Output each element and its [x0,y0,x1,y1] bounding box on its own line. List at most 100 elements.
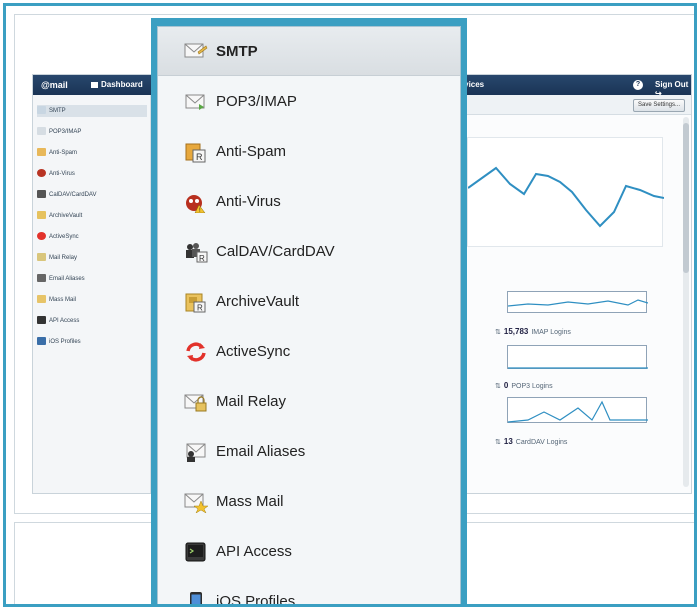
menu-item-archivevault[interactable]: R ArchiveVault [158,277,460,326]
bg-sidebar-item-caldav[interactable]: CalDAV/CardDAV [37,189,96,201]
menu-item-pop3-imap[interactable]: POP3/IMAP [158,77,460,126]
archive-vault-icon: R [184,291,208,313]
bg-sidebar-label: Email Aliases [49,276,85,282]
carddav-mini-chart [507,397,648,423]
contacts-icon: R [184,241,208,263]
menu-label-ios-profiles: iOS Profiles [216,593,296,607]
menu-label-smtp: SMTP [216,42,258,60]
dashboard-tab[interactable]: Dashboard [91,80,143,89]
menu-item-ios-profiles[interactable]: iOS Profiles [158,577,460,607]
enlarged-services-menu: SMTP POP3/IMAP R Anti-Spam ! Anti-Virus … [151,18,467,607]
bg-ios-icon [37,337,46,346]
save-settings-button[interactable]: Save Settings... [633,99,685,112]
bg-sidebar-label: iOS Profiles [49,339,81,345]
carddav-stat: ⇅ 13 CardDAV Logins [495,437,568,446]
mail-relay-icon [184,391,208,413]
bg-sidebar-item-antivirus[interactable]: Anti-Virus [37,168,75,180]
menu-item-mass-mail[interactable]: Mass Mail [158,477,460,526]
svg-text:R: R [199,254,205,263]
smtp-envelope-icon [184,40,208,62]
bg-sidebar-label: ActiveSync [49,234,79,240]
menu-label-anti-virus: Anti-Virus [216,193,281,210]
mass-mail-icon [184,491,209,514]
pop3-sparkline [508,367,648,369]
pop3-mini-chart [507,345,648,369]
line-chart-svg [467,166,665,228]
bg-sidebar-item-relay[interactable]: Mail Relay [37,252,77,264]
bg-sidebar-label: Anti-Virus [49,171,75,177]
background-sidebar: SMTP POP3/IMAP Anti-Spam Anti-Virus CalD… [33,95,151,493]
menu-label-pop3-imap: POP3/IMAP [216,93,297,110]
bg-archive-icon [37,211,46,220]
menu-label-api-access: API Access [216,543,292,560]
brand-logo[interactable]: @mail [41,80,68,90]
bg-sidebar-item-activesync[interactable]: ActiveSync [37,231,79,243]
bg-sidebar-label: POP3/IMAP [49,129,82,135]
bg-sidebar-item-antispam[interactable]: Anti-Spam [37,147,77,159]
pop3-label: POP3 Logins [511,383,553,390]
menu-label-anti-spam: Anti-Spam [216,143,287,160]
bg-sidebar-item-aliases[interactable]: Email Aliases [37,273,85,285]
menu-item-email-aliases[interactable]: Email Aliases [158,427,460,476]
screenshot-frame: @mail Dashboard rvices ? Sign Out ↪ Save… [3,3,697,607]
bg-sidebar-label: CalDAV/CardDAV [49,192,97,198]
bg-activesync-icon [37,232,46,241]
bg-sidebar-label: Mass Mail [49,297,77,303]
bg-smtp-icon [37,106,46,115]
bg-sidebar-item-ios[interactable]: iOS Profiles [37,336,81,348]
help-icon[interactable]: ? [633,80,643,90]
sign-out-label: Sign Out [655,80,689,89]
sync-arrows-icon [184,341,208,363]
bg-caldav-icon [37,190,46,199]
imap-count: 15,783 [503,327,529,336]
terminal-icon [184,541,208,563]
menu-item-mail-relay[interactable]: Mail Relay [158,377,460,426]
pop3-count: 0 [503,381,509,390]
bg-antivirus-icon [37,169,46,178]
bg-aliases-icon [37,274,46,283]
bg-sidebar-label: Anti-Spam [49,150,78,156]
bg-sidebar-item-api[interactable]: API Access [37,315,79,327]
menu-label-mail-relay: Mail Relay [216,393,287,410]
inbox-envelope-icon [184,91,208,113]
vertical-scrollbar[interactable] [683,117,689,487]
menu-item-activesync[interactable]: ActiveSync [158,327,460,376]
bg-pop3-icon [37,127,46,136]
bg-sidebar-item-massmail[interactable]: Mass Mail [37,294,76,306]
bg-sidebar-label: ArchiveVault [49,213,83,219]
bg-sidebar-item-archive[interactable]: ArchiveVault [37,210,82,222]
menu-item-caldav-carddav[interactable]: R CalDAV/CardDAV [158,227,460,276]
bg-relay-icon [37,253,46,262]
bg-sidebar-item-smtp[interactable]: SMTP [37,105,147,117]
anti-virus-bug-icon: ! [184,191,208,214]
bg-sidebar-item-pop3[interactable]: POP3/IMAP [37,126,81,138]
logins-line-chart [467,137,665,247]
brand-text: mail [49,80,68,90]
carddav-sparkline [507,400,648,423]
bg-api-icon [37,316,46,325]
carddav-count: 13 [503,437,513,446]
menu-label-archivevault: ArchiveVault [216,293,300,310]
bg-sidebar-label: API Access [49,318,80,324]
menu-item-anti-spam[interactable]: R Anti-Spam [158,127,460,176]
imap-stat: ⇅ 15,783 IMAP Logins [495,327,571,336]
chart-line [467,166,665,228]
phone-icon [184,591,208,604]
imap-mini-chart [507,291,649,313]
menu-label-caldav-carddav: CalDAV/CardDAV [216,243,335,260]
email-alias-icon [184,441,208,463]
imap-label: IMAP Logins [531,329,571,336]
dashboard-icon [91,81,98,88]
menu-item-smtp[interactable]: SMTP [158,27,460,76]
menu-label-mass-mail: Mass Mail [216,493,284,510]
bg-massmail-icon [37,295,46,304]
dashboard-label: Dashboard [101,80,143,89]
svg-text:R: R [197,303,203,312]
menu-item-api-access[interactable]: API Access [158,527,460,576]
bg-antispam-icon [37,148,46,157]
services-menu-list: SMTP POP3/IMAP R Anti-Spam ! Anti-Virus … [157,26,461,607]
scrollbar-thumb[interactable] [683,123,689,273]
menu-item-anti-virus[interactable]: ! Anti-Virus [158,177,460,226]
bg-sidebar-label: Mail Relay [49,255,78,261]
pop3-stat: ⇅ 0 POP3 Logins [495,381,553,390]
